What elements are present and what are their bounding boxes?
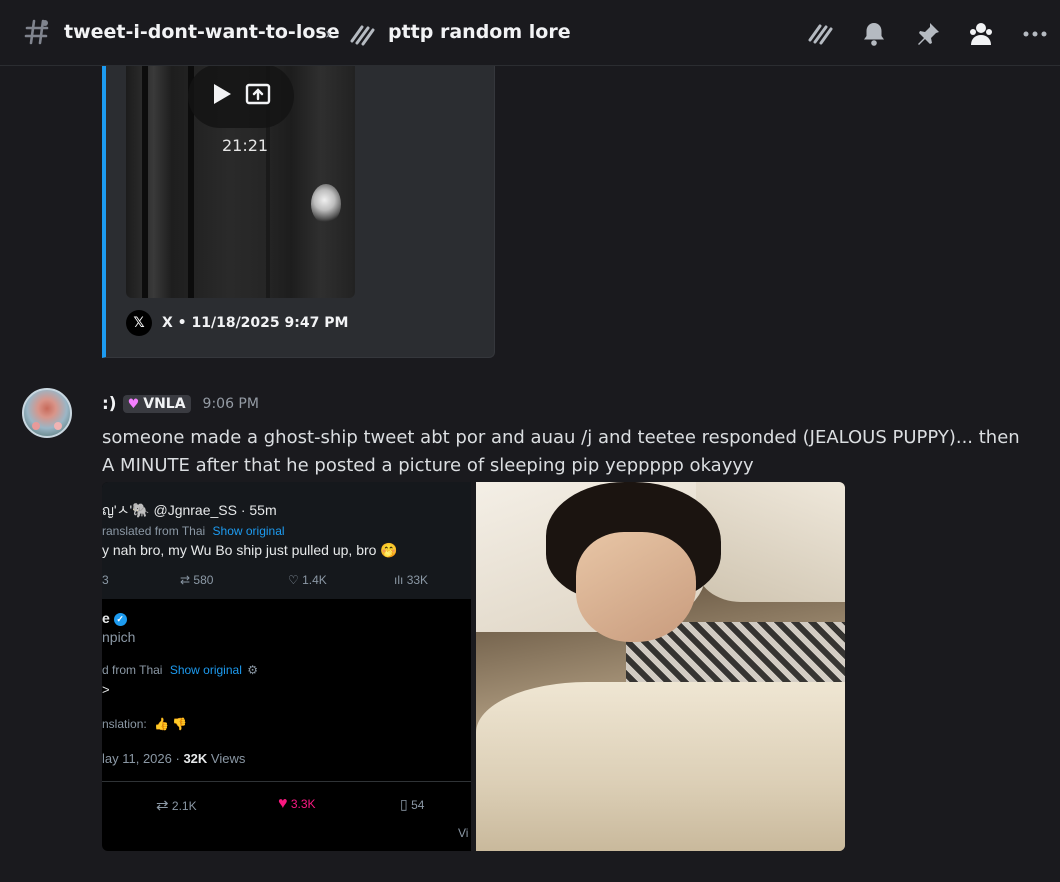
- tweet-cut-text: Vi: [458, 826, 469, 840]
- like-outline-icon: ♡: [288, 573, 299, 587]
- reply-body: >: [102, 682, 110, 697]
- tweet-stat-views: ılı 33K: [394, 573, 428, 587]
- embed-video-thumbnail[interactable]: 21:21: [126, 66, 355, 298]
- like-action-count: 3.3K: [290, 797, 316, 811]
- tweet-stat-retweets: ⇄ 580: [180, 573, 213, 587]
- reply-handle: npich: [102, 629, 136, 645]
- thumbs-down-icon: 👎: [172, 717, 188, 731]
- tweet-date: lay 11, 2026 ·: [102, 751, 180, 766]
- heart-icon: ♥: [127, 396, 140, 412]
- video-duration: 21:21: [222, 136, 269, 155]
- x-logo-icon: 𝕏: [126, 310, 152, 336]
- thread-icon: [348, 21, 376, 51]
- open-external-icon[interactable]: [245, 82, 271, 110]
- retweet-action-count: 2.1K: [171, 799, 197, 813]
- reply-translated-line: d from Thai Show original ⚙: [102, 663, 258, 677]
- more-options-icon[interactable]: [1021, 20, 1049, 48]
- tweet-divider: [102, 781, 471, 782]
- views-icon: ılı: [394, 573, 404, 587]
- tweet-action-like: ♥ 3.3K: [278, 795, 316, 813]
- tweet-show-original: Show original: [212, 524, 285, 538]
- member-list-icon[interactable]: [967, 20, 995, 48]
- settings-gear-icon: ⚙: [247, 663, 258, 677]
- like-filled-icon: ♥: [278, 795, 288, 812]
- tweet-views-label: Views: [210, 751, 246, 766]
- avatar[interactable]: [22, 388, 72, 438]
- reply-name-text: e: [102, 610, 110, 626]
- tweet-stat-replies: 3: [102, 573, 109, 587]
- verified-badge-icon: ✓: [113, 612, 127, 626]
- views-count: 33K: [406, 573, 429, 587]
- tweet-date-line: lay 11, 2026 · 32K Views: [102, 751, 245, 766]
- reply-show-original: Show original: [169, 663, 242, 677]
- video-controls: [188, 66, 294, 128]
- tweet-handle-line: ญ'ㅅ'🐘 @Jgnrae_SS · 55m: [102, 502, 277, 518]
- rate-translation: nslation: 👍 👎: [102, 717, 187, 731]
- tweet-embed: 21:21 𝕏 X • 11/18/2025 9:47 PM: [102, 66, 495, 358]
- reply-translated-label: d from Thai: [102, 663, 163, 677]
- username[interactable]: :): [102, 394, 117, 414]
- attachment-image-tweet-screenshot[interactable]: ญ'ㅅ'🐘 @Jgnrae_SS · 55m ranslated from Th…: [102, 482, 471, 851]
- threads-button[interactable]: [806, 20, 834, 48]
- channel-hash-icon: [24, 18, 50, 50]
- photo-blanket: [476, 682, 845, 851]
- like-count: 1.4K: [302, 573, 327, 587]
- retweet-action-icon: ⇄: [156, 797, 169, 814]
- message-header: :) ♥ VNLA 9:06 PM: [102, 394, 259, 414]
- breadcrumb-chevron-icon: ›: [325, 24, 332, 43]
- tweet-action-bookmark: ▯ 54: [400, 796, 424, 813]
- rate-translation-label: nslation:: [102, 717, 147, 731]
- embed-footer: 𝕏 X • 11/18/2025 9:47 PM: [126, 310, 348, 336]
- message-text: someone made a ghost-ship tweet abt por …: [102, 427, 1020, 476]
- tweet-views-count: 32K: [183, 751, 208, 766]
- retweet-icon: ⇄: [180, 573, 191, 587]
- channel-header: tweet-i-dont-want-to-lose › pttp random …: [0, 0, 1060, 66]
- tweet-action-retweet: ⇄ 2.1K: [156, 796, 197, 814]
- retweet-count: 580: [193, 573, 214, 587]
- embed-footer-text: X • 11/18/2025 9:47 PM: [162, 315, 349, 331]
- channel-name[interactable]: tweet-i-dont-want-to-lose: [64, 21, 340, 43]
- server-tag[interactable]: ♥ VNLA: [122, 395, 191, 413]
- tweet-stat-likes: ♡ 1.4K: [288, 573, 327, 587]
- photo-face: [576, 532, 696, 642]
- tweet-text: y nah bro, my Wu Bo ship just pulled up,…: [102, 542, 398, 558]
- play-icon[interactable]: [211, 82, 233, 110]
- thumbs-up-icon: 👍: [154, 717, 169, 731]
- bookmark-count: 54: [411, 798, 425, 812]
- tweet-translated-label: ranslated from Thai: [102, 524, 206, 538]
- notification-bell-icon[interactable]: [860, 20, 888, 48]
- reply-name: e ✓: [102, 610, 127, 626]
- tweet-translated-line: ranslated from Thai Show original: [102, 524, 285, 538]
- pin-icon[interactable]: [914, 20, 942, 48]
- message-timestamp: 9:06 PM: [202, 396, 259, 412]
- attachment-image-sleeping-photo[interactable]: [476, 482, 845, 851]
- thread-name[interactable]: pttp random lore: [388, 21, 571, 43]
- bookmark-icon: ▯: [400, 796, 408, 812]
- server-tag-label: VNLA: [143, 396, 186, 412]
